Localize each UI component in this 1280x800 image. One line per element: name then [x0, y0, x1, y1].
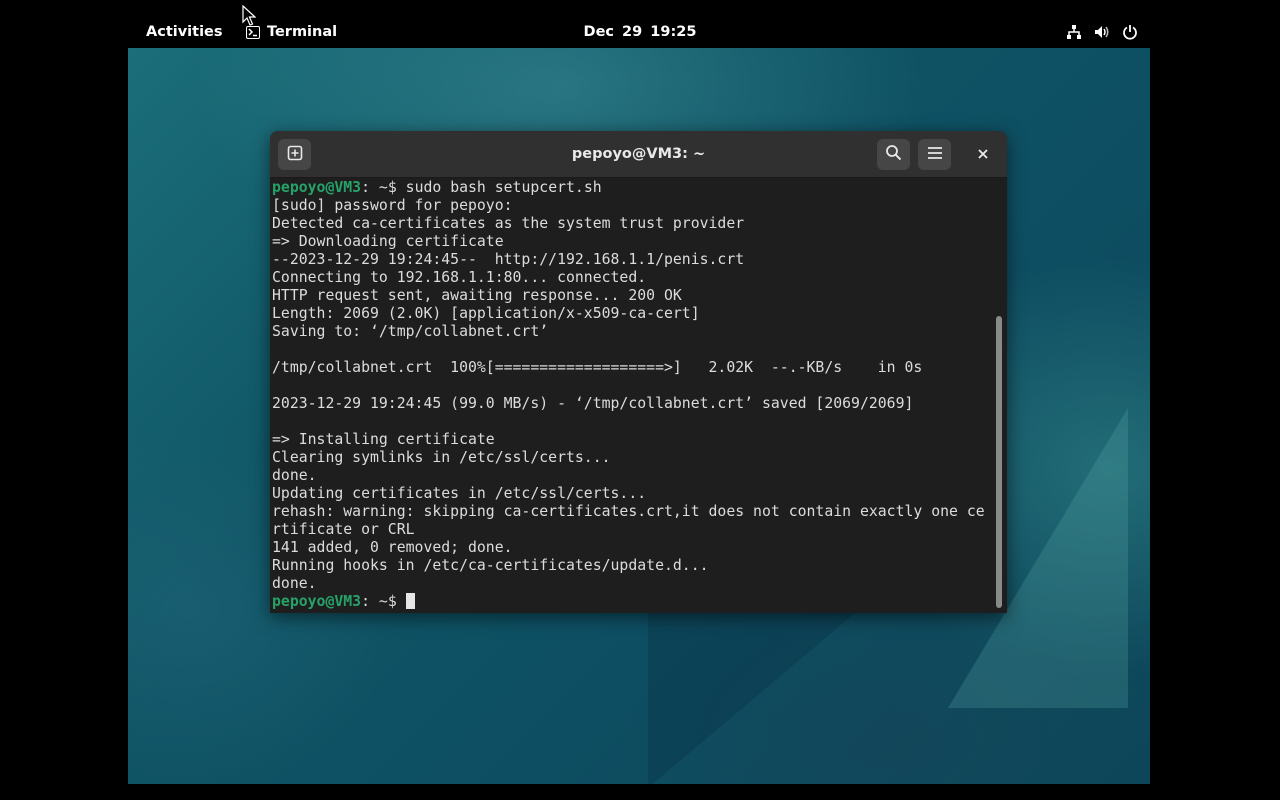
- clock-button[interactable]: Dec 29 19:25: [580, 18, 700, 46]
- new-tab-button[interactable]: [278, 139, 311, 170]
- output-line: --2023-12-29 19:24:45-- http://192.168.1…: [272, 251, 745, 268]
- power-icon: [1122, 24, 1138, 40]
- terminal-output[interactable]: pepoyo@VM3: ~$ sudo bash setupcert.sh [s…: [272, 179, 992, 613]
- output-line: Clearing symlinks in /etc/ssl/certs...: [272, 449, 611, 466]
- output-line: rtificate or CRL: [272, 521, 415, 538]
- volume-icon: [1094, 24, 1110, 40]
- activities-button[interactable]: Activities: [135, 18, 234, 46]
- output-line: [sudo] password for pepoyo:: [272, 197, 513, 214]
- output-line: Running hooks in /etc/ca-certificates/up…: [272, 557, 709, 574]
- output-line: done.: [272, 575, 317, 592]
- output-line: /tmp/collabnet.crt 100%[================…: [272, 359, 923, 376]
- prompt-user: pepoyo@VM3: [272, 593, 362, 610]
- prompt-suffix: : ~$: [361, 593, 397, 610]
- output-line: => Installing certificate: [272, 431, 495, 448]
- output-line: 141 added, 0 removed; done.: [272, 539, 513, 556]
- output-line: 2023-12-29 19:24:45 (99.0 MB/s) - ‘/tmp/…: [272, 395, 914, 412]
- output-line: Detected ca-certificates as the system t…: [272, 215, 745, 232]
- current-prompt-line[interactable]: pepoyo@VM3: ~$: [272, 593, 992, 611]
- terminal-scrollbar[interactable]: [996, 316, 1002, 608]
- output-line: => Downloading certificate: [272, 233, 504, 250]
- hamburger-menu-icon: [927, 145, 943, 164]
- close-window-button[interactable]: [967, 139, 999, 170]
- terminal-window[interactable]: pepoyo@VM3: ~ pepoyo@VM3: ~$ sudo bash s…: [270, 131, 1007, 613]
- command-line: pepoyo@VM3: ~$ sudo bash setupcert.sh: [272, 179, 992, 197]
- prompt-suffix: : ~$: [361, 179, 397, 196]
- output-line: Connecting to 192.168.1.1:80... connecte…: [272, 269, 647, 286]
- text-cursor: [405, 593, 415, 609]
- terminal-header-bar[interactable]: pepoyo@VM3: ~: [270, 131, 1007, 178]
- output-line: HTTP request sent, awaiting response... …: [272, 287, 682, 304]
- network-icon: [1066, 24, 1082, 40]
- system-status-area[interactable]: [1066, 20, 1138, 44]
- app-name-label: Terminal: [267, 24, 338, 40]
- command-text: sudo bash setupcert.sh: [405, 179, 602, 196]
- mouse-pointer-icon: [242, 4, 257, 31]
- search-button[interactable]: [877, 139, 910, 170]
- main-menu-button[interactable]: [918, 139, 951, 170]
- output-line: rehash: warning: skipping ca-certificate…: [272, 503, 985, 520]
- new-tab-icon: [287, 145, 303, 165]
- close-icon: [977, 145, 989, 164]
- output-line: done.: [272, 467, 317, 484]
- search-icon: [885, 144, 902, 165]
- prompt-user: pepoyo@VM3: [272, 179, 362, 196]
- output-line: Updating certificates in /etc/ssl/certs.…: [272, 485, 647, 502]
- output-line: Saving to: ‘/tmp/collabnet.crt’: [272, 323, 549, 340]
- output-line: Length: 2069 (2.0K) [application/x-x509-…: [272, 305, 700, 322]
